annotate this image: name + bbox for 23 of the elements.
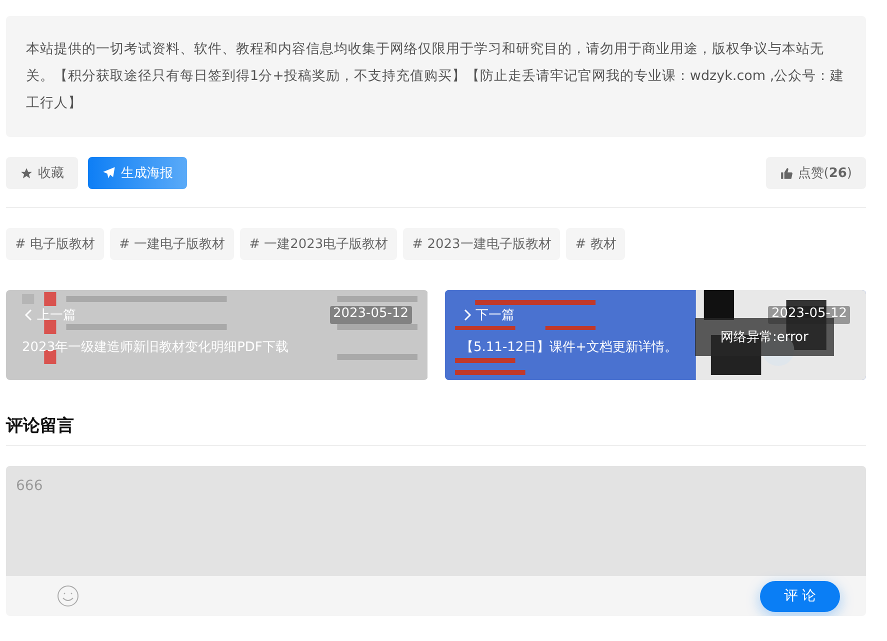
star-icon [20,166,33,180]
tag-link[interactable]: # 一建2023电子版教材 [240,228,398,260]
nav-date: 2023-05-12 [330,306,412,324]
submit-button[interactable]: 评 论 [760,580,840,612]
tag-link[interactable]: # 一建电子版教材 [110,228,234,260]
favorite-button[interactable]: 收藏 [6,157,78,189]
thumbs-up-icon [780,166,793,180]
notice-text: 本站提供的一切考试资料、软件、教程和内容信息均收集于网络仅限用于学习和研究目的，请勿用于商业用途，版权争议与本站无关。【积分获取途径只有每日签到得1分+投稿奖励，不支持充值购买】【防止走丢请牢记官网我的专业课：wdzyk.com ,公众号：建工行人】 [6,16,866,137]
chevron-left-icon [24,309,33,321]
post-nav-card[interactable]: 下一篇 2023-05-12 【5.11-12日】课件+文档更新详情。 网络异常:error [444,290,866,380]
tag-link[interactable]: # 电子版教材 [6,228,104,260]
section-heading: 评论留言 [6,414,866,446]
nav-title: 【5.11-12日】课件+文档更新详情。 [460,339,678,356]
poster-button[interactable]: 生成海报 [88,157,187,189]
chevron-right-icon [462,309,472,321]
paper-plane-icon [102,166,116,180]
toast-message: 网络异常:error [694,318,834,356]
tag-link[interactable]: # 教材 [566,228,626,260]
tag-link[interactable]: # 2023一建电子版教材 [403,228,560,260]
nav-label-text: 下一篇 [476,307,514,324]
smiley-icon[interactable] [57,585,79,607]
like-button[interactable]: 点赞(26) [766,157,866,189]
comment-field[interactable]: 666 [6,466,866,576]
